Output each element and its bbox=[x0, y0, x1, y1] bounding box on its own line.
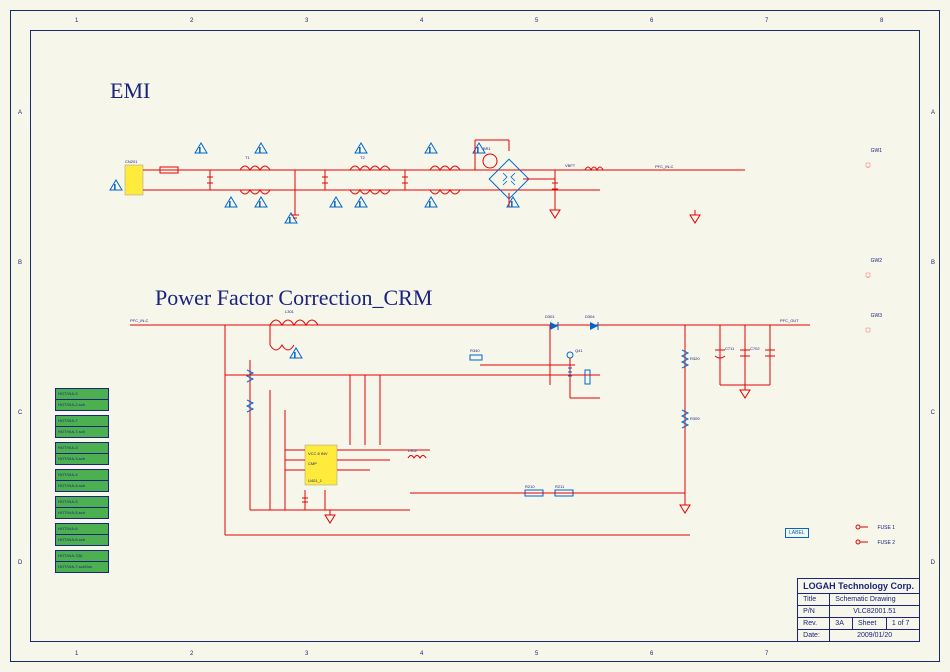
fiducial-gw2 bbox=[865, 265, 875, 273]
title-value: Schematic Drawing bbox=[830, 594, 920, 606]
date-label: Date: bbox=[798, 630, 830, 642]
ruler-A-left: A bbox=[18, 110, 22, 116]
sheet-value: 1 of 7 bbox=[886, 618, 919, 630]
company-name: LOGAH Technology Corp. bbox=[798, 579, 920, 594]
fuse-2-icon bbox=[854, 538, 868, 546]
rev-label: Rev. bbox=[798, 618, 830, 630]
fiducial-gw1 bbox=[865, 155, 875, 163]
fiducial-gw2-label: GW2 bbox=[871, 258, 882, 264]
ruler-4-bot: 4 bbox=[420, 651, 423, 657]
ruler-6-bot: 6 bbox=[650, 651, 653, 657]
date-value: 2009/01/20 bbox=[830, 630, 920, 642]
title-label: Title bbox=[798, 594, 830, 606]
ruler-D-right: D bbox=[931, 560, 935, 566]
pn-label: P/N bbox=[798, 606, 830, 618]
ruler-1-bot: 1 bbox=[75, 651, 78, 657]
ruler-7-top: 7 bbox=[765, 18, 768, 24]
sheet-ref-3b: HOT/VIA-3-sch bbox=[55, 453, 109, 465]
fiducial-gw1-label: GW1 bbox=[871, 148, 882, 154]
sheet-label: Sheet bbox=[852, 618, 886, 630]
ruler-2-bot: 2 bbox=[190, 651, 193, 657]
sheet-ref-7b: HOT/VIA-7-schDoc bbox=[55, 561, 109, 573]
fiducial-gw3 bbox=[865, 320, 875, 328]
ruler-C-left: C bbox=[18, 410, 22, 416]
ruler-D-left: D bbox=[18, 560, 22, 566]
ruler-5-top: 5 bbox=[535, 18, 538, 24]
ruler-C-right: C bbox=[931, 410, 935, 416]
ruler-7-bot: 7 bbox=[765, 651, 768, 657]
section-emi-title: EMI bbox=[110, 78, 150, 104]
fuse-2-label: FUSE 2 bbox=[877, 540, 895, 546]
rev-value: 3A bbox=[830, 618, 853, 630]
sheet-ref-5b: HOT/VIA-5-sch bbox=[55, 507, 109, 519]
ruler-1-top: 1 bbox=[75, 18, 78, 24]
sheet-ref-2b: HOT/VIA-7-sch bbox=[55, 426, 109, 438]
label-box: LABEL bbox=[785, 528, 809, 538]
ruler-5-bot: 5 bbox=[535, 651, 538, 657]
sheet-ref-1b: HOT/VIA-2-sch bbox=[55, 399, 109, 411]
fuse-1-icon bbox=[854, 523, 868, 531]
ruler-B-left: B bbox=[18, 260, 22, 266]
frame-inner bbox=[30, 30, 920, 642]
fiducial-gw3-label: GW3 bbox=[871, 313, 882, 319]
ruler-6-top: 6 bbox=[650, 18, 653, 24]
pn-value: VLC82001.51 bbox=[830, 606, 920, 618]
section-pfc-title: Power Factor Correction_CRM bbox=[155, 285, 432, 311]
sheet-ref-4b: HOT/VIA-4-sch bbox=[55, 480, 109, 492]
ruler-A-right: A bbox=[931, 110, 935, 116]
ruler-4-top: 4 bbox=[420, 18, 423, 24]
ruler-B-right: B bbox=[931, 260, 935, 266]
ruler-2-top: 2 bbox=[190, 18, 193, 24]
ruler-3-top: 3 bbox=[305, 18, 308, 24]
title-block: LOGAH Technology Corp. Title Schematic D… bbox=[797, 578, 920, 642]
ruler-3-bot: 3 bbox=[305, 651, 308, 657]
ruler-8-top: 8 bbox=[880, 18, 883, 24]
fuse-1-label: FUSE 1 bbox=[877, 525, 895, 531]
sheet-ref-6b: HOT/VIA-6-sch bbox=[55, 534, 109, 546]
